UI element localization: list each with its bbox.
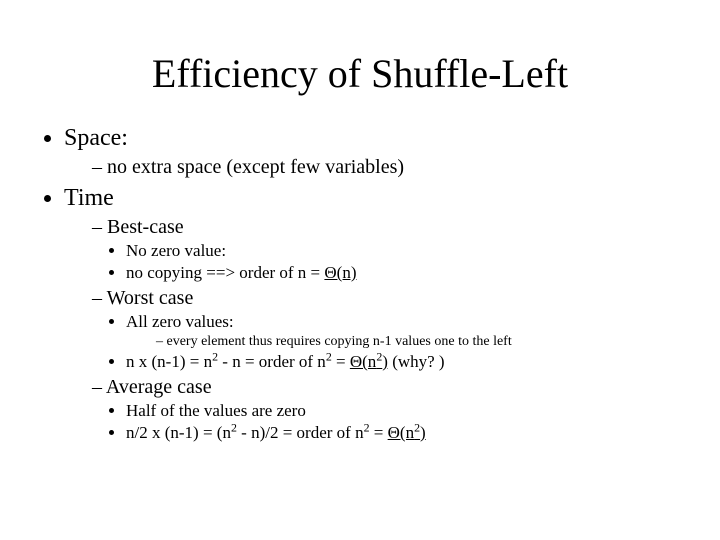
avg-p1: Half of the values are zero [126,401,680,421]
worst-p2c: = [332,352,350,371]
worst-p2a: n x (n-1) = n [126,352,212,371]
avg-p2a: n/2 x (n-1) = (n [126,423,231,442]
avg-p1-text: Half of the values are zero [126,401,306,420]
worst-case-label: Worst case [107,287,194,309]
worst-case-p1a: every element thus requires copying n-1 … [156,334,680,350]
worst-p2d: Θ(n [350,352,376,371]
worst-case-p1-text: All zero values: [126,312,234,331]
best-case-p2: no copying ==> order of n = Θ(n) [126,263,680,283]
space-sub1-text: no extra space (except few variables) [107,156,404,178]
bullet-list: Space: no extra space (except few variab… [40,125,680,443]
worst-case: Worst case All zero values: every elemen… [92,287,680,372]
avg-label: Average case [106,376,212,398]
best-case-p2a: no copying ==> order of n = [126,263,324,282]
best-case: Best-case No zero value: no copying ==> … [92,216,680,283]
space-label: Space: [64,125,128,151]
best-case-p1-text: No zero value: [126,241,226,260]
worst-p2f: (why? ) [388,352,445,371]
slide-title: Efficiency of Shuffle-Left [40,50,680,97]
avg-p2e: ) [420,423,426,442]
slide: Efficiency of Shuffle-Left Space: no ext… [0,0,720,540]
worst-case-p1a-text: every element thus requires copying n-1 … [167,334,512,349]
avg-p2c: = [370,423,388,442]
time-item: Time Best-case No zero value: no copying… [64,185,680,443]
space-item: Space: no extra space (except few variab… [64,125,680,179]
best-case-theta: Θ(n) [324,263,356,282]
best-case-label: Best-case [107,216,184,238]
avg-p2b: - n)/2 = order of n [237,423,364,442]
worst-case-p1: All zero values: every element thus requ… [126,312,680,350]
best-case-p1: No zero value: [126,241,680,261]
time-label: Time [64,185,114,211]
worst-case-p2: n x (n-1) = n2 - n = order of n2 = Θ(n2)… [126,352,680,372]
avg-p2d: Θ(n [388,423,414,442]
avg-p2: n/2 x (n-1) = (n2 - n)/2 = order of n2 =… [126,423,680,443]
average-case: Average case Half of the values are zero… [92,376,680,443]
worst-p2b: - n = order of n [218,352,326,371]
space-sub1: no extra space (except few variables) [92,156,680,179]
